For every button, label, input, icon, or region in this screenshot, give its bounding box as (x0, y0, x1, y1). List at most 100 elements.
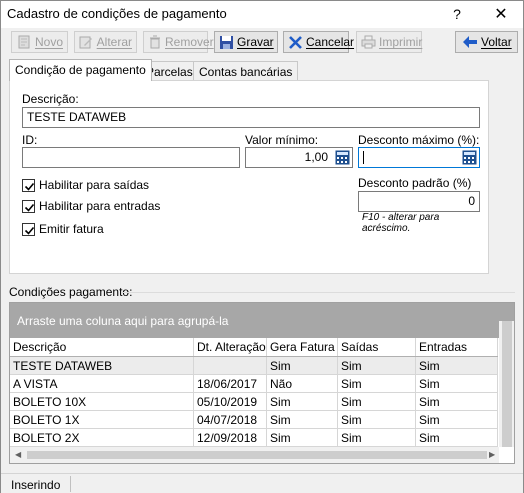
table-row[interactable]: A VISTA 18/06/2017 Não Sim Sim (10, 375, 498, 393)
grid-header-row: Descrição Dt. Alteração Gera Fatura Saíd… (10, 338, 498, 357)
edit-button-label: Alterar (96, 35, 132, 49)
cell-gera-fatura: Sim (267, 411, 338, 428)
cell-entradas: Sim (416, 429, 498, 446)
print-button-label: Imprimir (379, 35, 423, 49)
printer-icon (361, 34, 376, 50)
vertical-scrollbar[interactable] (499, 321, 514, 447)
cell-saidas: Sim (338, 393, 416, 410)
table-row[interactable]: BOLETO 1X 04/07/2018 Sim Sim Sim (10, 411, 498, 429)
checkbox-label: Habilitar para saídas (39, 178, 150, 192)
back-button-label: Voltar (481, 35, 512, 49)
max-discount-field[interactable] (358, 147, 480, 168)
new-button-label: Novo (34, 35, 63, 49)
calculator-icon[interactable] (462, 150, 477, 165)
cell-descricao: TESTE DATAWEB (10, 357, 194, 374)
cell-saidas: Sim (338, 375, 416, 392)
tab-condicao-pagamento[interactable]: Condição de pagamento (9, 59, 152, 81)
default-discount-field[interactable]: 0 (358, 191, 480, 212)
cell-saidas: Sim (338, 429, 416, 446)
hint-text: F10 - alterar para acréscimo. (362, 212, 440, 234)
checkbox-box[interactable] (22, 222, 35, 236)
cell-entradas: Sim (416, 357, 498, 374)
table-row[interactable]: BOLETO 10X 05/10/2019 Sim Sim Sim (10, 393, 498, 411)
min-value-field[interactable]: 1,00 (245, 147, 353, 168)
cell-dt-alteracao: 12/09/2018 (194, 429, 267, 446)
checkbox-box[interactable] (22, 178, 35, 192)
cell-dt-alteracao: 04/07/2018 (194, 411, 267, 428)
cell-dt-alteracao: 18/06/2017 (194, 375, 267, 392)
cell-entradas: Sim (416, 411, 498, 428)
column-header-saidas[interactable]: Saídas (338, 338, 416, 356)
status-mode: Inserindo (11, 478, 61, 492)
cell-entradas: Sim (416, 375, 498, 392)
scroll-left-arrow-icon[interactable]: ◀ (15, 450, 21, 459)
text-caret (363, 151, 364, 164)
payment-conditions-grid: Arraste uma coluna aqui para agrupá-la D… (9, 302, 515, 464)
column-header-gera-fatura[interactable]: Gera Fatura (267, 338, 338, 356)
status-bar: Inserindo (1, 473, 523, 493)
cell-descricao: A VISTA (10, 375, 194, 392)
checkbox-issue-invoice[interactable]: Emitir fatura (22, 222, 104, 236)
id-label: ID: (22, 133, 38, 147)
cell-gera-fatura: Sim (267, 393, 338, 410)
calculator-icon[interactable] (335, 150, 350, 165)
save-button-label: Gravar (237, 35, 274, 49)
tab-panel: Descrição: TESTE DATAWEB ID: Valor mínim… (9, 80, 489, 274)
description-field[interactable]: TESTE DATAWEB (22, 107, 480, 128)
checkbox-label: Emitir fatura (39, 222, 104, 236)
cell-entradas: Sim (416, 393, 498, 410)
description-label: Descrição: (22, 92, 79, 106)
arrow-left-icon (462, 34, 478, 50)
cell-dt-alteracao (194, 357, 267, 374)
id-field[interactable] (22, 147, 240, 168)
cell-saidas: Sim (338, 411, 416, 428)
status-separator (70, 476, 71, 492)
cell-descricao: BOLETO 10X (10, 393, 194, 410)
scroll-right-arrow-icon[interactable]: ▶ (489, 450, 495, 459)
vertical-scrollbar-thumb[interactable] (502, 321, 512, 447)
cell-saidas: Sim (338, 357, 416, 374)
cell-gera-fatura: Sim (267, 357, 338, 374)
group-by-panel[interactable]: Arraste uma coluna aqui para agrupá-la (10, 303, 514, 338)
grid-group-label: Condições pagamento: (9, 285, 133, 299)
edit-button[interactable]: Alterar (74, 31, 137, 53)
new-button[interactable]: Novo (11, 31, 68, 53)
default-discount-label: Desconto padrão (%) (358, 176, 472, 190)
window: Cadastro de condições de pagamento ? ✕ N… (0, 0, 524, 493)
title-bar: Cadastro de condições de pagamento ? ✕ (1, 1, 523, 28)
cancel-x-icon (288, 34, 303, 50)
max-discount-label: Desconto máximo (%): (358, 133, 480, 147)
column-header-entradas[interactable]: Entradas (416, 338, 498, 356)
checkbox-enable-incoming[interactable]: Habilitar para entradas (22, 199, 160, 213)
checkbox-box[interactable] (22, 199, 35, 213)
checkbox-label: Habilitar para entradas (39, 199, 161, 213)
horizontal-scrollbar-thumb[interactable] (27, 451, 487, 459)
cell-descricao: BOLETO 1X (10, 411, 194, 428)
column-header-descricao[interactable]: Descrição (10, 338, 194, 356)
column-header-dt-alteracao[interactable]: Dt. Alteração (194, 338, 267, 356)
group-divider (123, 292, 515, 293)
cancel-button[interactable]: Cancelar (283, 31, 354, 53)
remove-button[interactable]: Remover (143, 31, 214, 53)
edit-icon (79, 34, 94, 50)
table-row[interactable]: TESTE DATAWEB Sim Sim Sim (10, 357, 498, 375)
remove-button-label: Remover (165, 35, 214, 49)
back-button[interactable]: Voltar (455, 31, 518, 53)
print-button[interactable]: Imprimir (356, 31, 422, 53)
floppy-disk-icon (219, 34, 234, 50)
cell-descricao: BOLETO 2X (10, 429, 194, 446)
table-row[interactable]: BOLETO 2X 12/09/2018 Sim Sim Sim (10, 429, 498, 447)
checkbox-enable-outgoing[interactable]: Habilitar para saídas (22, 178, 149, 192)
cell-gera-fatura: Sim (267, 429, 338, 446)
new-document-icon (16, 34, 32, 50)
min-value-label: Valor mínimo: (245, 133, 319, 147)
close-button[interactable]: ✕ (483, 1, 519, 28)
cell-gera-fatura: Não (267, 375, 338, 392)
save-button[interactable]: Gravar (214, 31, 278, 53)
help-button[interactable]: ? (439, 1, 475, 28)
trash-icon (148, 34, 162, 50)
cancel-button-label: Cancelar (306, 35, 355, 49)
toolbar: Novo Alterar Remover Gravar Cancelar Imp… (1, 28, 523, 55)
horizontal-scrollbar[interactable]: ◀ ▶ (10, 447, 499, 463)
tab-contas-bancarias[interactable]: Contas bancárias (193, 61, 299, 81)
